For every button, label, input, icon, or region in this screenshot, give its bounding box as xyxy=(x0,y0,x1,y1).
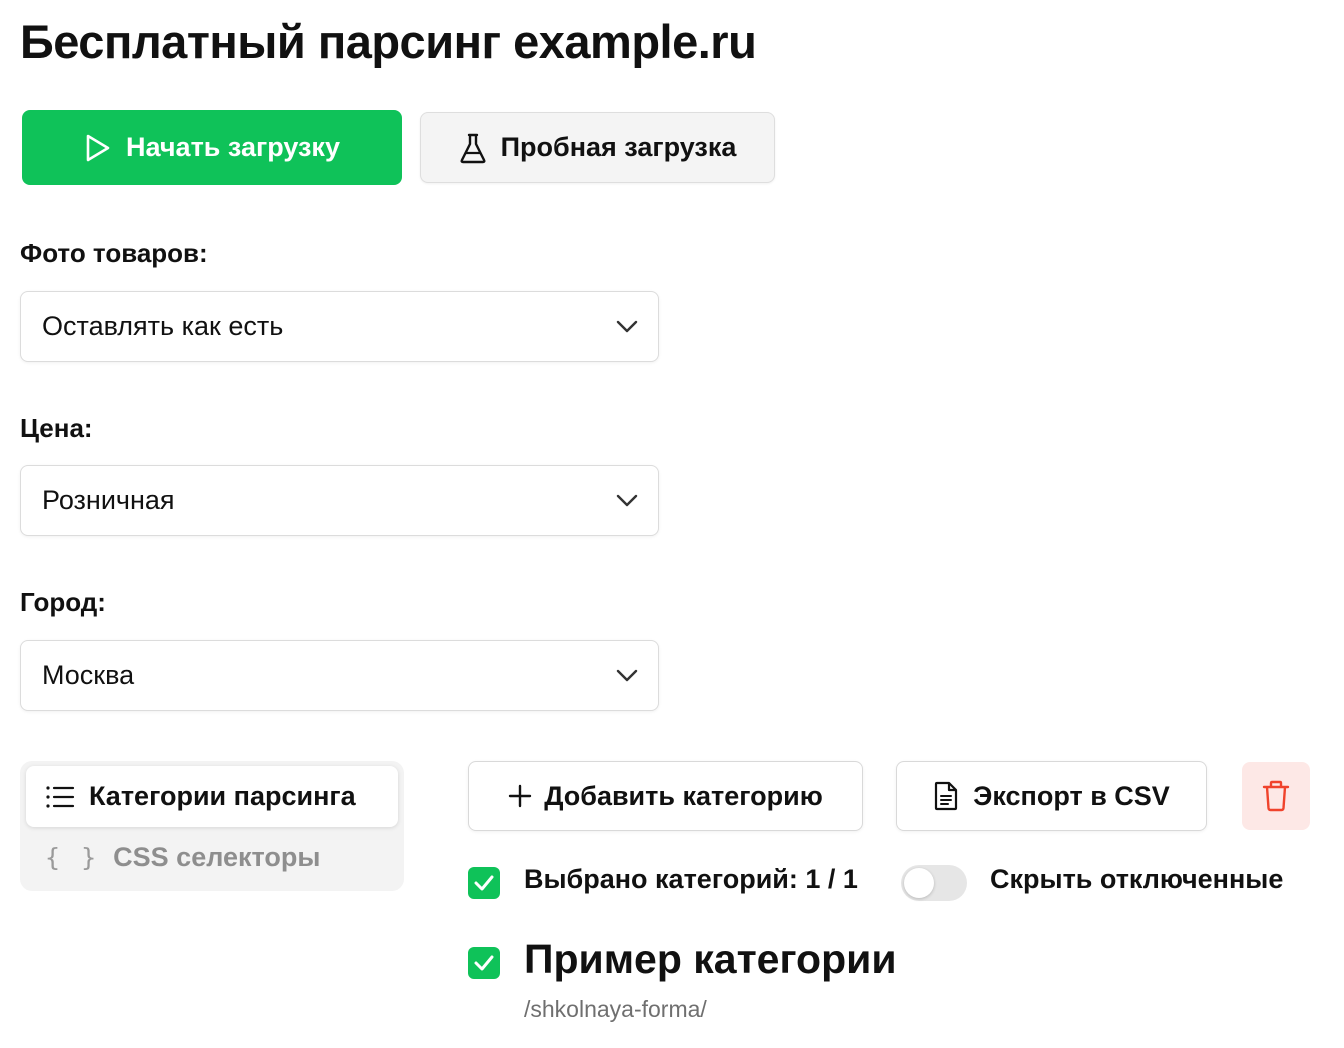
play-icon xyxy=(86,134,110,161)
list-icon xyxy=(46,785,75,808)
tab-categories-label: Категории парсинга xyxy=(89,781,356,811)
toggle-knob xyxy=(904,868,934,898)
photos-select-value: Оставлять как есть xyxy=(42,311,284,341)
plus-icon xyxy=(509,784,532,808)
start-download-label: Начать загрузку xyxy=(126,132,340,162)
braces-icon: { } xyxy=(45,842,100,872)
check-icon xyxy=(474,955,494,971)
city-select[interactable]: Москва xyxy=(20,640,659,711)
category-checkbox[interactable] xyxy=(468,947,500,979)
tab-categories[interactable]: Категории парсинга xyxy=(26,766,398,827)
city-select-value: Москва xyxy=(42,660,135,690)
add-category-label: Добавить категорию xyxy=(544,780,823,811)
delete-button[interactable] xyxy=(1242,762,1310,830)
category-title: Пример категории xyxy=(524,936,897,982)
price-select-value: Розничная xyxy=(42,485,175,515)
export-csv-label: Экспорт в CSV xyxy=(973,780,1170,811)
trial-download-label: Пробная загрузка xyxy=(500,132,737,162)
start-download-button[interactable]: Начать загрузку xyxy=(22,110,402,185)
category-slug: /shkolnaya-forma/ xyxy=(524,996,707,1022)
page: Бесплатный парсинг example.ru Начать заг… xyxy=(0,0,1344,1048)
photos-label: Фото товаров: xyxy=(20,238,208,268)
chevron-down-icon xyxy=(616,494,638,506)
parsing-tabs: Категории парсинга { } CSS селекторы xyxy=(20,761,404,891)
tab-css-selectors-label: CSS селекторы xyxy=(113,841,321,872)
trial-download-button[interactable]: Пробная загрузка xyxy=(420,112,775,183)
hide-disabled-toggle[interactable] xyxy=(901,865,967,901)
document-icon xyxy=(935,781,958,811)
check-icon xyxy=(474,875,494,891)
hide-disabled-label: Скрыть отключенные xyxy=(990,864,1284,894)
price-label: Цена: xyxy=(20,413,93,443)
export-csv-button[interactable]: Экспорт в CSV xyxy=(896,761,1207,831)
flask-icon xyxy=(460,133,486,163)
selected-count: Выбрано категорий: 1 / 1 xyxy=(524,864,858,894)
city-label: Город: xyxy=(20,587,106,617)
photos-select[interactable]: Оставлять как есть xyxy=(20,291,659,362)
chevron-down-icon xyxy=(616,320,638,332)
select-all-checkbox[interactable] xyxy=(468,867,500,899)
price-select[interactable]: Розничная xyxy=(20,465,659,536)
page-title: Бесплатный парсинг example.ru xyxy=(20,15,757,68)
tab-css-selectors[interactable]: { } CSS селекторы xyxy=(45,833,320,881)
add-category-button[interactable]: Добавить категорию xyxy=(468,761,863,831)
chevron-down-icon xyxy=(616,669,638,681)
trash-icon xyxy=(1262,780,1290,812)
